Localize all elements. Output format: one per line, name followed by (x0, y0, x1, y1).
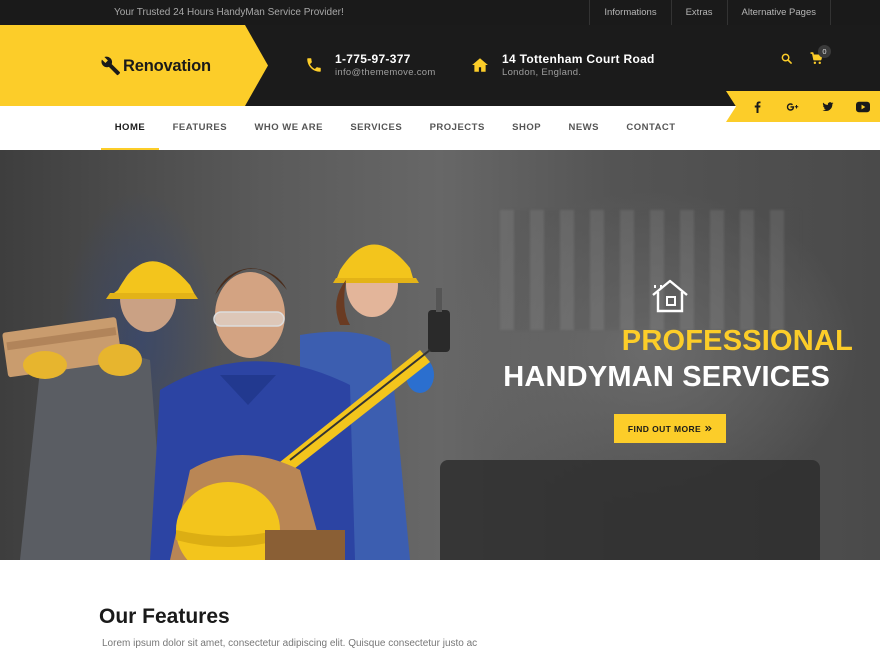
facebook-icon (754, 100, 761, 113)
social-bar (726, 91, 880, 122)
cart-count-badge: 0 (818, 45, 831, 58)
nav-item-shop[interactable]: SHOP (498, 106, 554, 150)
find-out-more-button[interactable]: FIND OUT MORE (614, 414, 726, 443)
features-heading: Our Features (99, 605, 230, 628)
header-address: 14 Tottenham Court Road London, England. (470, 51, 655, 78)
cart-count: 0 (822, 47, 827, 56)
top-link-extras[interactable]: Extras (672, 0, 728, 25)
twitter-link[interactable] (810, 101, 845, 113)
nav-item-who-we-are[interactable]: WHO WE ARE (241, 106, 337, 150)
house-tools-icon (652, 279, 688, 313)
nav-item-home[interactable]: HOME (101, 106, 159, 150)
top-bar: Your Trusted 24 Hours HandyMan Service P… (0, 0, 880, 25)
nav-item-news[interactable]: NEWS (555, 106, 613, 150)
google-plus-link[interactable] (775, 101, 810, 113)
phone-icon (307, 58, 321, 72)
features-section: Our Features Lorem ipsum dolor sit amet,… (0, 560, 880, 660)
logo[interactable]: Renovation (100, 55, 211, 77)
twitter-icon (822, 101, 833, 111)
top-bar-tagline: Your Trusted 24 Hours HandyMan Service P… (114, 7, 344, 18)
nav-menu: HOME FEATURES WHO WE ARE SERVICES PROJEC… (101, 106, 689, 150)
top-link-informations[interactable]: Informations (590, 0, 672, 25)
wrench-icon (101, 56, 120, 76)
youtube-link[interactable] (845, 101, 880, 113)
facebook-link[interactable] (740, 100, 775, 113)
find-out-more-label: FIND OUT MORE (627, 423, 702, 434)
page: Your Trusted 24 Hours HandyMan Service P… (0, 0, 880, 660)
address-street: 14 Tottenham Court Road (502, 52, 655, 66)
search-icon[interactable] (781, 53, 792, 64)
hero-banner: PROFESSIONAL HANDYMAN SERVICES FIND OUT … (0, 150, 880, 560)
hero-content: PROFESSIONAL HANDYMAN SERVICES FIND OUT … (480, 150, 880, 560)
hero-title-line2: HANDYMAN SERVICES (503, 361, 830, 393)
address-city: London, England. (502, 67, 582, 78)
google-plus-icon (786, 102, 799, 111)
nav-item-contact[interactable]: CONTACT (613, 106, 690, 150)
contact-email[interactable]: info@thememove.com (335, 67, 436, 78)
home-icon (472, 58, 488, 72)
nav-item-services[interactable]: SERVICES (337, 106, 416, 150)
handyman-workers-image (2, 244, 450, 560)
youtube-icon (855, 101, 870, 112)
double-chevron-right-icon (705, 425, 712, 432)
top-link-alternative-pages[interactable]: Alternative Pages (728, 0, 831, 25)
nav-item-projects[interactable]: PROJECTS (416, 106, 499, 150)
nav-item-features[interactable]: FEATURES (159, 106, 241, 150)
hero-title-line1: PROFESSIONAL (621, 325, 853, 357)
top-bar-links: Informations Extras Alternative Pages (589, 0, 831, 25)
features-intro-text: Lorem ipsum dolor sit amet, consectetur … (102, 638, 478, 649)
header-phone: 1-775-97-377 info@thememove.com (305, 51, 436, 78)
phone-number[interactable]: 1-775-97-377 (335, 51, 436, 67)
logo-text: Renovation (123, 56, 211, 75)
